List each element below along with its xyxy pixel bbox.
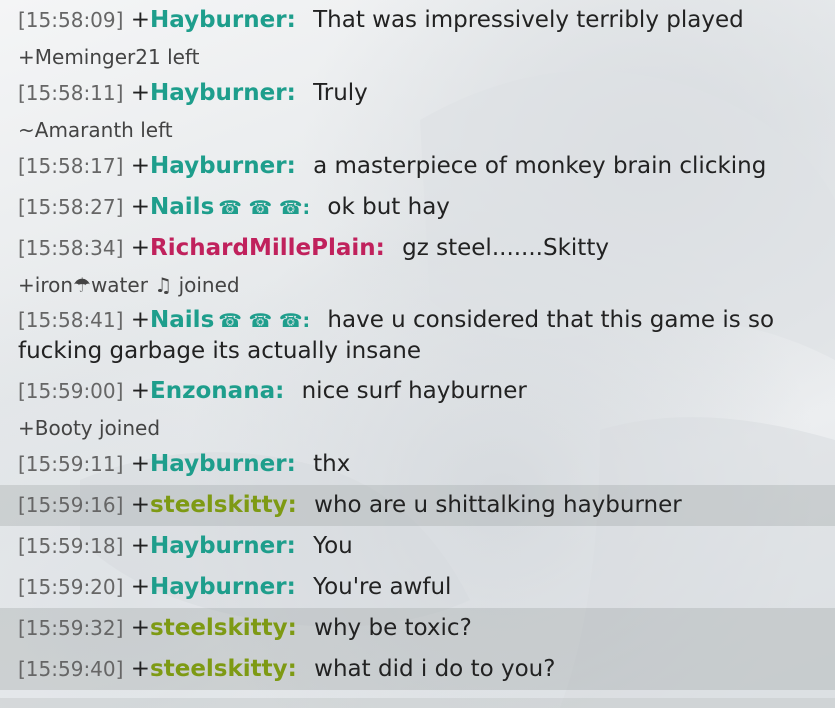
username[interactable]: Hayburner:	[150, 153, 296, 179]
message-text: thx	[313, 451, 351, 477]
username[interactable]: Hayburner:	[150, 451, 296, 477]
message-text: gz steel.......Skitty	[402, 235, 609, 261]
username[interactable]: Hayburner:	[150, 533, 296, 559]
rank-prefix: +	[130, 194, 151, 220]
timestamp: [15:58:17]	[18, 154, 124, 178]
username[interactable]: steelskitty:	[150, 656, 297, 682]
message-text: who are u shittalking hayburner	[314, 492, 682, 518]
chat-message-highlighted: [15:59:16] +steelskitty: who are u shitt…	[0, 485, 835, 526]
rank-prefix: +	[130, 656, 151, 682]
rank-prefix: +	[130, 307, 151, 333]
next-line-cutoff	[0, 698, 835, 708]
username[interactable]: Nails	[150, 194, 214, 220]
timestamp: [15:59:20]	[18, 575, 124, 599]
rank-prefix: +	[130, 153, 151, 179]
system-event: ~Amaranth left	[18, 118, 173, 142]
phone-icon: ☎ ☎ ☎:	[218, 197, 311, 219]
username[interactable]: Enzonana:	[150, 378, 284, 404]
message-text: You	[313, 533, 353, 559]
username[interactable]: Nails	[150, 307, 214, 333]
timestamp: [15:58:34]	[18, 236, 124, 260]
message-text: nice surf hayburner	[301, 378, 527, 404]
rank-prefix: +	[130, 378, 151, 404]
timestamp: [15:58:27]	[18, 195, 124, 219]
chat-message-highlighted: [15:59:32] +steelskitty: why be toxic?	[0, 608, 835, 649]
message-text: a masterpiece of monkey brain clicking	[313, 153, 767, 179]
system-event: +iron☂water ♫ joined	[18, 273, 240, 297]
system-event: +Booty joined	[18, 416, 161, 440]
chat-message: [15:58:11] +Hayburner: Truly	[0, 73, 835, 114]
rank-prefix: +	[130, 492, 151, 518]
chat-message: [15:59:00] +Enzonana: nice surf hayburne…	[0, 371, 835, 412]
timestamp: [15:58:11]	[18, 81, 124, 105]
chat-message: [15:58:41] +Nails ☎ ☎ ☎: have u considere…	[0, 301, 835, 371]
rank-prefix: +	[130, 7, 151, 33]
username[interactable]: Hayburner:	[150, 7, 296, 33]
chat-message: [15:58:17] +Hayburner: a masterpiece of …	[0, 146, 835, 187]
username[interactable]: Hayburner:	[150, 80, 296, 106]
rank-prefix: +	[130, 615, 151, 641]
username[interactable]: steelskitty:	[150, 492, 297, 518]
rank-prefix: +	[130, 533, 151, 559]
timestamp: [15:59:16]	[18, 493, 124, 517]
message-text: That was impressively terribly played	[313, 7, 744, 33]
chat-log[interactable]: [15:58:09] +Hayburner: That was impressi…	[0, 0, 835, 690]
chat-message: [15:58:27] +Nails ☎ ☎ ☎: ok but hay	[0, 187, 835, 228]
chat-message: [15:59:11] +Hayburner: thx	[0, 444, 835, 485]
message-text: ok but hay	[327, 194, 450, 220]
rank-prefix: +	[130, 235, 151, 261]
system-event: +Meminger21 left	[18, 45, 200, 69]
rank-prefix: +	[130, 574, 151, 600]
timestamp: [15:59:18]	[18, 534, 124, 558]
timestamp: [15:59:40]	[18, 657, 124, 681]
chat-message-highlighted: [15:59:40] +steelskitty: what did i do t…	[0, 649, 835, 690]
timestamp: [15:59:32]	[18, 616, 124, 640]
rank-prefix: +	[130, 451, 151, 477]
chat-message: [15:58:34] +RichardMillePlain: gz steel.…	[0, 228, 835, 269]
rank-prefix: +	[130, 80, 151, 106]
message-text: Truly	[313, 80, 368, 106]
timestamp: [15:59:00]	[18, 379, 124, 403]
timestamp: [15:59:11]	[18, 452, 124, 476]
message-text: why be toxic?	[314, 615, 472, 641]
phone-icon: ☎ ☎ ☎:	[218, 310, 311, 332]
username[interactable]: RichardMillePlain:	[150, 235, 385, 261]
message-text: what did i do to you?	[314, 656, 556, 682]
username[interactable]: steelskitty:	[150, 615, 297, 641]
username[interactable]: Hayburner:	[150, 574, 296, 600]
chat-message: [15:59:20] +Hayburner: You're awful	[0, 567, 835, 608]
chat-message: [15:59:18] +Hayburner: You	[0, 526, 835, 567]
timestamp: [15:58:09]	[18, 8, 124, 32]
timestamp: [15:58:41]	[18, 308, 124, 332]
message-text: You're awful	[313, 574, 452, 600]
chat-message: [15:58:09] +Hayburner: That was impressi…	[0, 0, 835, 41]
